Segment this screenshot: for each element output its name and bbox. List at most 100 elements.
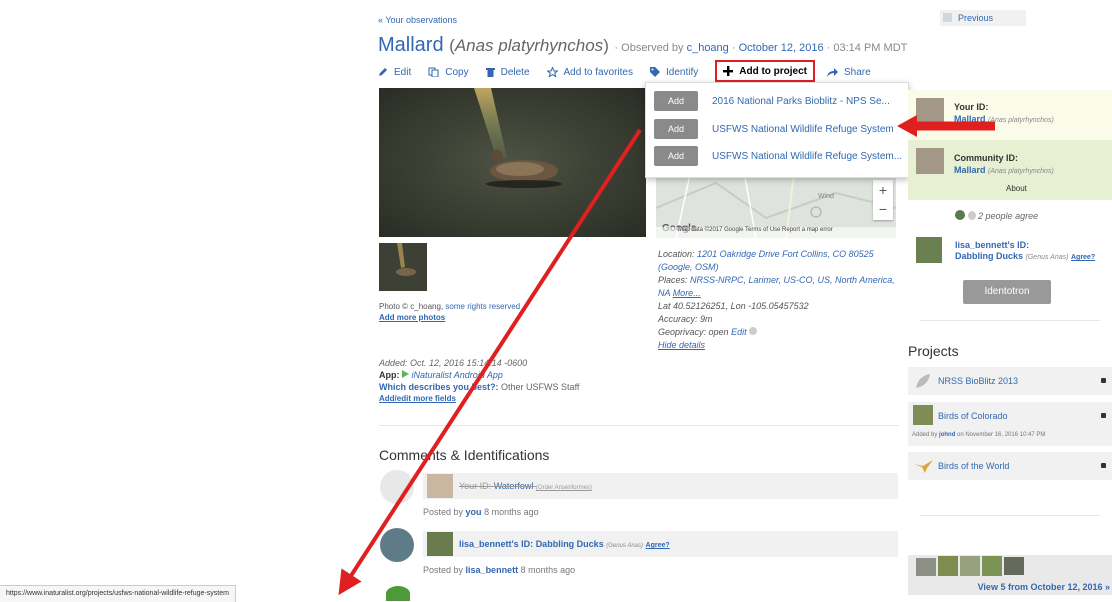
more-obs-thumbnail[interactable]: [916, 558, 936, 576]
share-button[interactable]: Share: [826, 64, 871, 80]
back-to-observations-link[interactable]: « Your observations: [378, 15, 457, 25]
project-menu-icon[interactable]: [1101, 378, 1106, 383]
agree-link[interactable]: Agree?: [646, 542, 670, 549]
community-id-thumbnail: [916, 148, 944, 174]
sidebar-divider: [920, 515, 1100, 516]
project-row[interactable]: Birds of Colorado Added by johnd on Nove…: [908, 402, 1112, 446]
project-added-by: Added by johnd on November 16, 2016 10:4…: [912, 432, 1046, 438]
delete-button[interactable]: Delete: [485, 64, 530, 80]
date-link[interactable]: October 12, 2016: [739, 42, 824, 54]
project-row[interactable]: NRSS BioBlitz 2013: [908, 367, 1112, 395]
divider: [379, 425, 899, 426]
lat-lon: Lat 40.52126251, Lon -105.05457532: [658, 301, 809, 311]
photo-credit: Photo © c_hoang, some rights reserved: [379, 302, 521, 311]
add-to-project-button[interactable]: Add to project: [715, 60, 816, 82]
dropdown-add-button[interactable]: Add: [654, 146, 698, 166]
project-row[interactable]: Birds of the World: [908, 452, 1112, 480]
comments-section-title: Comments & Identifications: [379, 447, 550, 463]
scientific-name: (Anas platyrhynchos): [449, 36, 609, 55]
tag-icon: [649, 67, 660, 77]
hide-details-link[interactable]: Hide details: [658, 339, 908, 352]
poster-link[interactable]: lisa_bennett: [466, 565, 519, 575]
previous-button[interactable]: Previous: [940, 10, 1026, 26]
community-id-taxon[interactable]: Mallard (Anas platyrhynchos): [954, 165, 1054, 175]
pencil-icon: [379, 68, 387, 76]
posted-by: Posted by lisa_bennett 8 months ago: [423, 565, 576, 575]
geoprivacy-edit-link[interactable]: Edit: [731, 327, 747, 337]
your-id-label: Your ID:: [954, 102, 989, 112]
user-avatar: [380, 470, 414, 504]
zoom-in-icon[interactable]: +: [873, 180, 893, 200]
identotron-button[interactable]: Identotron: [963, 280, 1051, 304]
dropdown-add-button[interactable]: Add: [654, 91, 698, 111]
more-obs-thumbnail[interactable]: [1004, 557, 1024, 575]
lisa-id-label: lisa_bennett's ID:: [955, 240, 1030, 250]
dropdown-project-name[interactable]: USFWS National Wildlife Refuge System: [712, 124, 894, 135]
your-id-thumbnail: [916, 98, 944, 124]
field-answer: Other USFWS Staff: [501, 382, 580, 392]
photo-thumbnail[interactable]: [379, 243, 427, 291]
dropdown-project-name[interactable]: 2016 National Parks Bioblitz - NPS Se...: [712, 96, 890, 107]
lisa-id-thumbnail: [916, 237, 942, 263]
dropdown-add-button[interactable]: Add: [654, 119, 698, 139]
sidebar-divider: [920, 320, 1100, 321]
your-id-taxon[interactable]: Mallard (Anas platyrhynchos): [954, 114, 1054, 124]
share-arrow-icon: [827, 68, 839, 77]
duck-thumbnail-image: [379, 243, 427, 291]
app-icon: [402, 370, 410, 378]
location-address[interactable]: 1201 Oakridge Drive Fort Collins, CO 805…: [697, 249, 874, 259]
help-icon[interactable]: [749, 327, 758, 335]
more-obs-thumbnail[interactable]: [982, 556, 1002, 576]
map-source-links[interactable]: (Google, OSM): [658, 261, 908, 274]
lisa-agree-link[interactable]: Agree?: [1071, 254, 1095, 261]
accuracy: Accuracy: 9m: [658, 314, 713, 324]
more-obs-thumbnail[interactable]: [960, 556, 980, 576]
agreer-avatar: [955, 210, 965, 220]
zoom-out-icon[interactable]: −: [873, 200, 893, 220]
dropdown-item[interactable]: Add USFWS National Wildlife Refuge Syste…: [654, 145, 902, 167]
identify-button[interactable]: Identify: [649, 64, 698, 80]
dropdown-item[interactable]: Add USFWS National Wildlife Refuge Syste…: [654, 118, 894, 140]
copy-icon: [428, 67, 439, 77]
add-edit-fields-link[interactable]: Add/edit more fields: [379, 393, 579, 405]
observation-photo[interactable]: [379, 88, 646, 237]
observation-added-info: Added: Oct. 12, 2016 15:14:14 -0600 App:…: [379, 358, 580, 405]
taxon-thumbnail: [427, 532, 453, 556]
edit-button[interactable]: Edit: [378, 64, 411, 80]
license-link[interactable]: some rights reserved: [445, 302, 520, 311]
project-name[interactable]: Birds of the World: [938, 461, 1009, 471]
your-id-box: Your ID: Mallard (Anas platyrhynchos): [908, 90, 1112, 140]
observer-link[interactable]: c_hoang: [687, 42, 729, 54]
project-menu-icon[interactable]: [1101, 413, 1106, 418]
view-more-link[interactable]: View 5 from October 12, 2016 »: [978, 582, 1110, 592]
browser-status-url: https://www.inaturalist.org/projects/usf…: [0, 585, 236, 602]
places-more-link[interactable]: More...: [673, 288, 701, 298]
taxon-link[interactable]: Dabbling Ducks: [536, 539, 604, 549]
add-to-favorites-button[interactable]: Add to favorites: [546, 64, 633, 80]
project-menu-icon[interactable]: [1101, 463, 1106, 468]
lisa-id-taxon: Dabbling Ducks (Genus Anas) Agree?: [955, 251, 1096, 261]
observation-title: Mallard (Anas platyrhynchos) · Observed …: [378, 34, 907, 57]
about-link[interactable]: About: [1006, 184, 1027, 193]
project-name[interactable]: Birds of Colorado: [938, 411, 1008, 421]
lisa-taxon-link[interactable]: Dabbling Ducks: [955, 251, 1023, 261]
map-place-label: Wind: [818, 193, 834, 200]
dropdown-item[interactable]: Add 2016 National Parks Bioblitz - NPS S…: [654, 90, 890, 112]
dropdown-project-name[interactable]: USFWS National Wildlife Refuge System...: [712, 151, 902, 162]
project-name[interactable]: NRSS BioBlitz 2013: [938, 376, 1018, 386]
taxon-link[interactable]: Waterfowl: [494, 481, 534, 491]
app-link[interactable]: iNaturalist Android App: [412, 370, 503, 380]
more-obs-thumbnail[interactable]: [938, 556, 958, 576]
map-zoom-control: + −: [873, 180, 893, 220]
added-date: Added: Oct. 12, 2016 15:14:14 -0600: [379, 358, 528, 368]
location-details: Location: 1201 Oakridge Drive Fort Colli…: [658, 248, 908, 352]
trash-icon: [485, 68, 495, 77]
plus-icon: [723, 66, 734, 76]
duck-photo-image: [379, 88, 646, 237]
add-more-photos-link[interactable]: Add more photos: [379, 313, 445, 322]
agree-count: 2 people agree: [955, 210, 1038, 221]
community-id-box: Community ID: Mallard (Anas platyrhyncho…: [908, 140, 1112, 200]
community-id-label: Community ID:: [954, 153, 1018, 163]
poster-link[interactable]: you: [466, 507, 482, 517]
copy-button[interactable]: Copy: [428, 64, 469, 80]
